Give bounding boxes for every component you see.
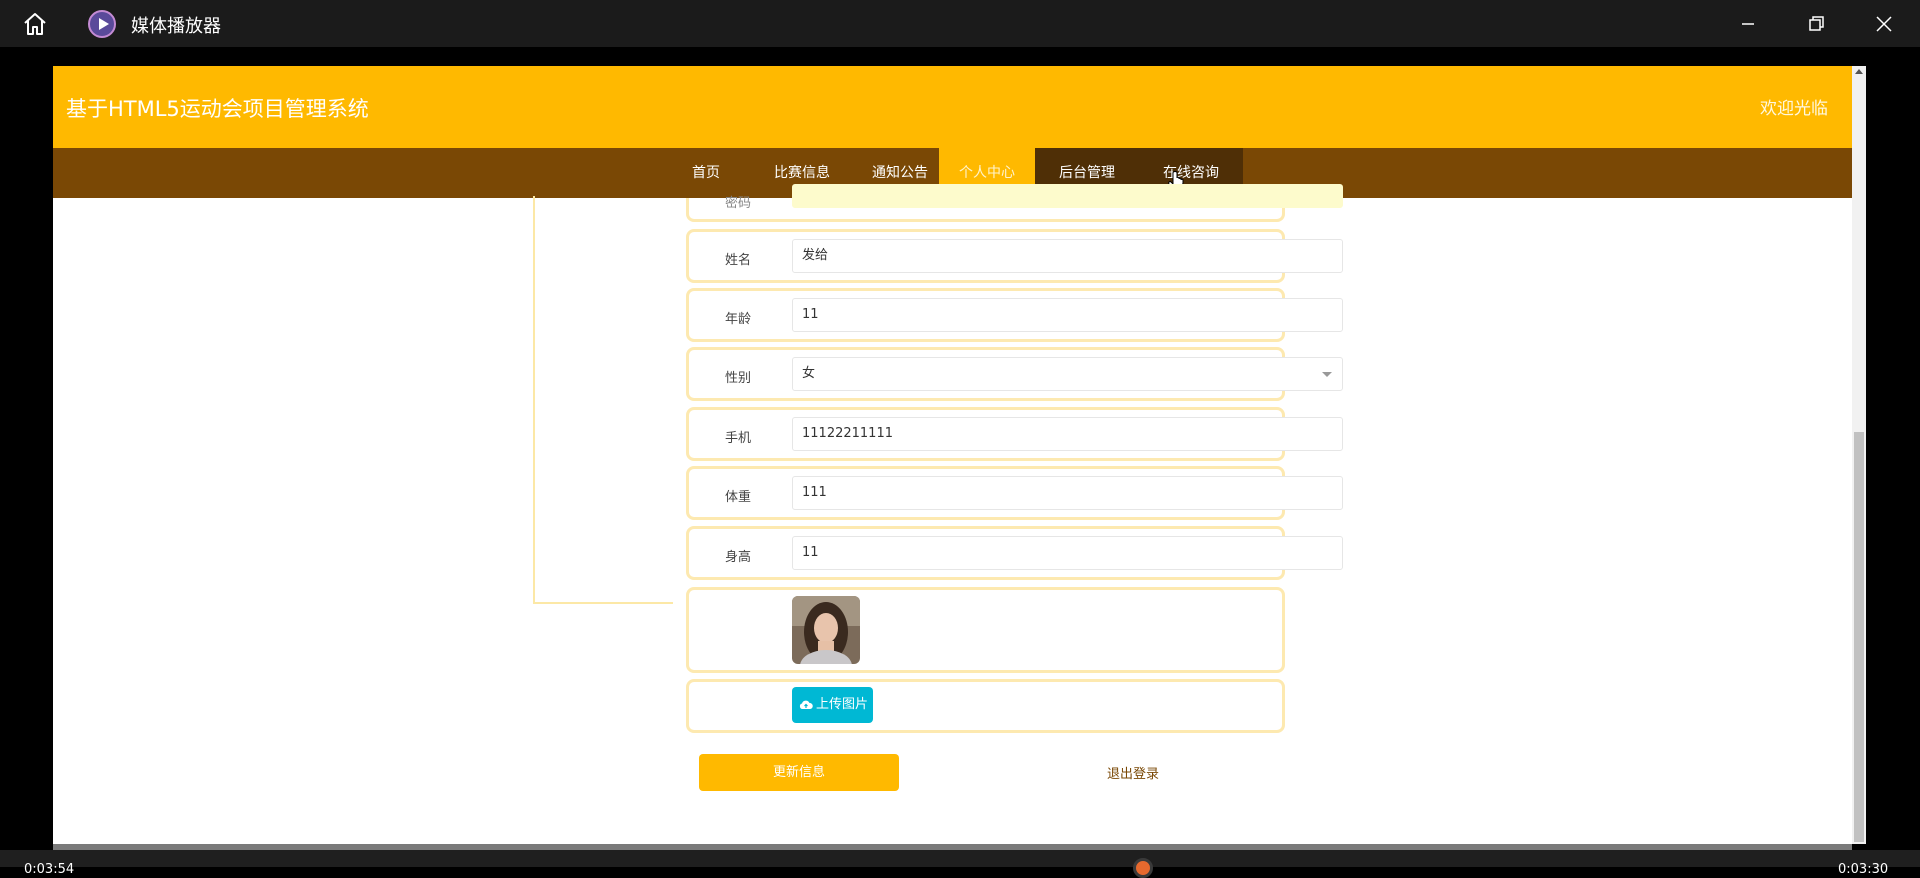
video-frame: 基于HTML5运动会项目管理系统 欢迎光临 首页 比赛信息 通知公告 个人中心 … [53,66,1852,844]
minimize-button[interactable] [1732,8,1764,40]
age-label: 年龄 [725,312,752,327]
minimize-icon [1742,23,1754,25]
gender-select[interactable]: 女 [792,357,1343,391]
time-total: 0:03:30 [1838,862,1889,877]
scroll-thumb[interactable] [1854,432,1864,842]
weight-label: 体重 [725,490,752,505]
time-elapsed: 0:03:54 [24,862,75,877]
gender-value: 女 [802,366,816,381]
height-label: 身高 [725,550,752,565]
site-header: 基于HTML5运动会项目管理系统 欢迎光临 [53,66,1852,148]
nav-home[interactable]: 首页 [674,148,738,198]
form-row-age: 年龄 11 [686,288,1343,342]
update-info-button[interactable]: 更新信息 [699,754,899,791]
name-input[interactable]: 发给 [792,239,1343,273]
restore-icon [1809,16,1824,31]
media-player-app-icon [88,10,116,38]
page-scrollbar[interactable] [1852,66,1866,844]
form-row-name: 姓名 发给 [686,229,1343,283]
form-row-weight: 体重 111 [686,466,1343,520]
form-row-gender: 性别 女 [686,347,1343,401]
form-row-height: 身高 11 [686,526,1343,580]
close-icon [1876,16,1892,32]
cloud-upload-icon [799,700,813,709]
close-button[interactable] [1868,8,1900,40]
player-title: 媒体播放器 [131,16,221,37]
avatar [792,596,860,664]
name-label: 姓名 [725,253,752,268]
welcome-text: 欢迎光临 [1760,99,1828,119]
logout-link[interactable]: 退出登录 [1107,763,1159,782]
avatar-photo [792,596,860,664]
password-label: 密码 [725,196,752,211]
password-input[interactable] [792,184,1343,208]
form-row-phone: 手机 11122211111 [686,407,1343,461]
upload-image-button[interactable]: 上传图片 [792,687,873,723]
side-panel-outline [533,196,673,604]
restore-button[interactable] [1800,8,1832,40]
player-titlebar: 媒体播放器 [0,0,1920,47]
form-row-upload: 上传图片 [686,679,1285,733]
age-input[interactable]: 11 [792,298,1343,332]
player-controls [0,850,1920,867]
gender-label: 性别 [725,371,752,386]
phone-label: 手机 [725,431,752,446]
upload-image-label: 上传图片 [816,697,869,712]
form-row-password: 密码 [686,184,1343,222]
weight-input[interactable]: 111 [792,476,1343,510]
height-input[interactable]: 11 [792,536,1343,570]
scroll-up-icon[interactable] [1855,69,1863,74]
home-icon[interactable] [22,11,48,37]
seek-thumb[interactable] [1133,858,1153,878]
phone-input[interactable]: 11122211111 [792,417,1343,451]
chevron-down-icon [1322,372,1332,377]
form-row-avatar [686,587,1285,673]
site-title: 基于HTML5运动会项目管理系统 [66,97,369,121]
